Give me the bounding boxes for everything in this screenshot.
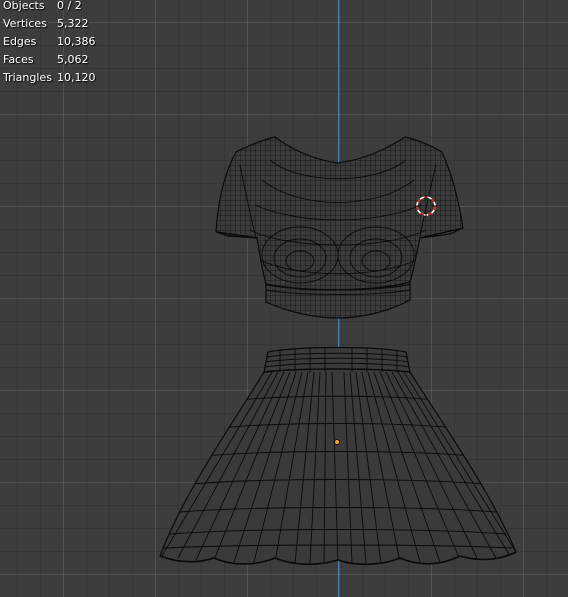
crop-top-mesh[interactable] <box>215 136 464 319</box>
object-origin-dot[interactable] <box>334 439 340 445</box>
3d-cursor-icon[interactable] <box>415 195 437 217</box>
scene-canvas[interactable] <box>0 0 568 597</box>
3d-viewport[interactable]: Objects 0 / 2 Vertices 5,322 Edges 10,38… <box>0 0 568 597</box>
skirt-mesh[interactable] <box>159 346 517 566</box>
